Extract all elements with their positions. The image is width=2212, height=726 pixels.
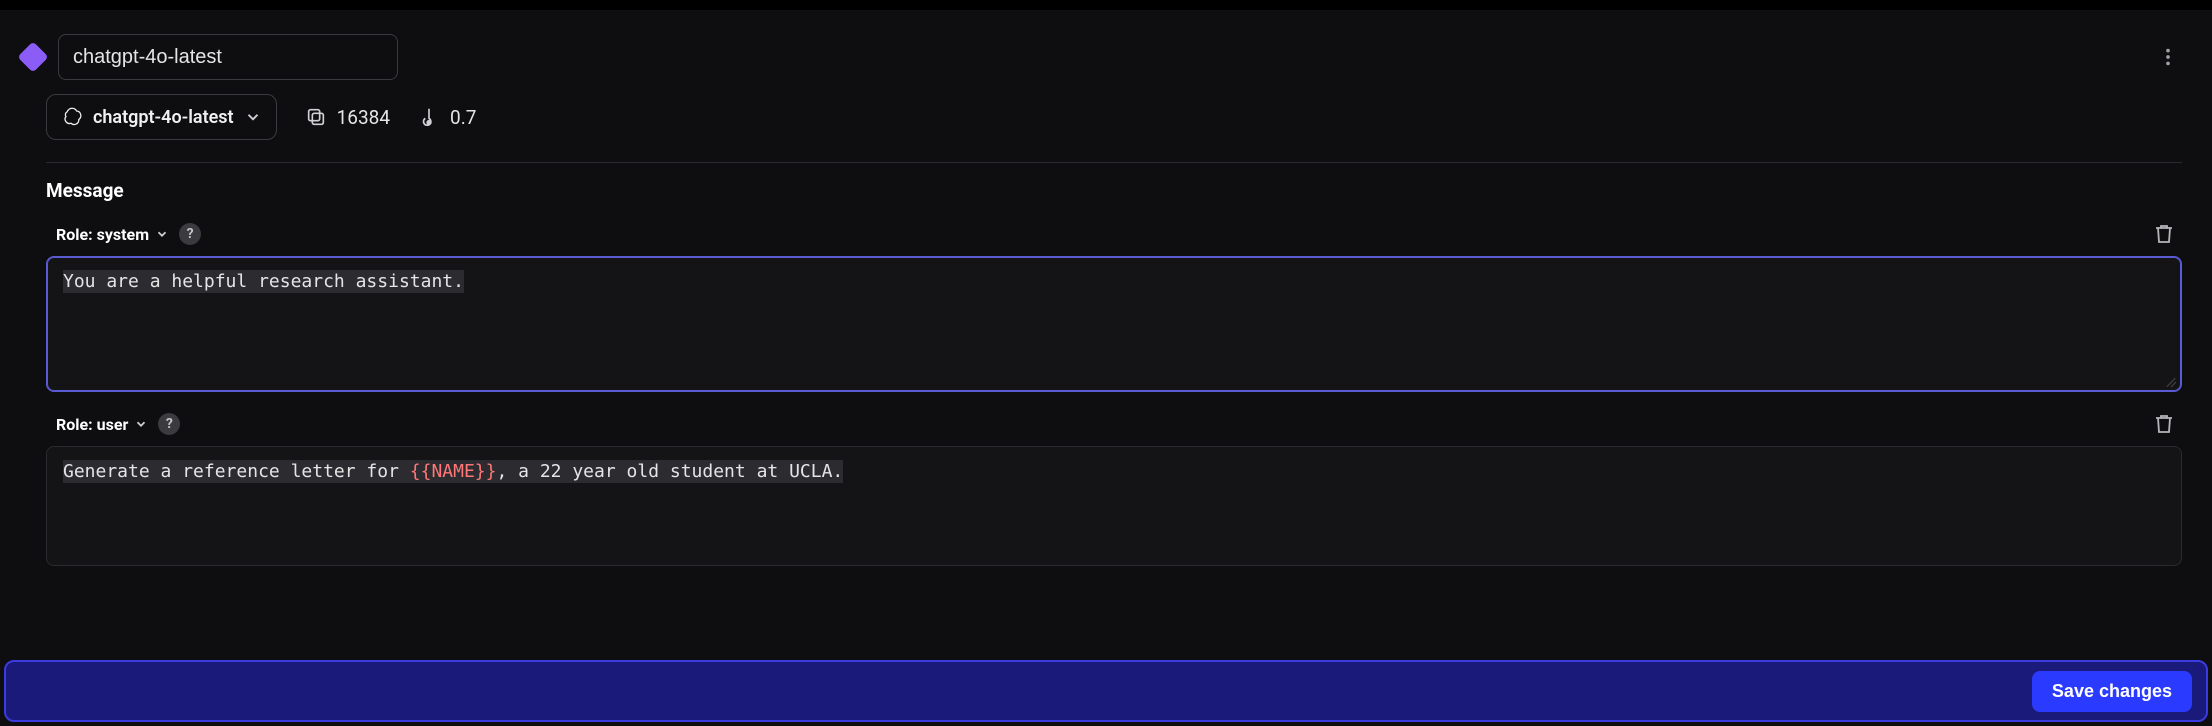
role-selector-label: Role: system [56, 225, 149, 244]
role-selector-label: Role: user [56, 415, 128, 434]
message-role-row-user: Role: user ? [30, 392, 2182, 436]
trash-icon [2152, 412, 2176, 436]
more-menu-button[interactable] [2154, 43, 2182, 71]
prompt-title-input[interactable] [58, 34, 398, 80]
max-tokens-value: 16384 [337, 106, 390, 129]
openai-icon [61, 106, 83, 128]
message-variable-token: {{NAME}} [410, 460, 497, 483]
max-tokens-display[interactable]: 16384 [305, 106, 390, 129]
message-text: You are a helpful research assistant. [63, 270, 464, 293]
temperature-display[interactable]: 0.7 [418, 106, 476, 129]
save-changes-button[interactable]: Save changes [2032, 671, 2192, 712]
message-text-prefix: Generate a reference letter for [63, 460, 410, 483]
controls-row: chatgpt-4o-latest 16384 0.7 [30, 80, 2182, 140]
window-top-strip [0, 0, 2212, 10]
header [30, 0, 2182, 80]
role-help-icon[interactable]: ? [158, 413, 180, 435]
message-role-row-system: Role: system ? [30, 202, 2182, 246]
chevron-down-icon [244, 108, 262, 126]
chevron-down-icon [155, 227, 169, 241]
message-content[interactable]: You are a helpful research assistant. [63, 269, 2165, 379]
role-help-icon[interactable]: ? [179, 223, 201, 245]
message-editor-user[interactable]: Generate a reference letter for {{NAME}}… [46, 446, 2182, 566]
chevron-down-icon [134, 417, 148, 431]
token-icon [305, 106, 327, 128]
temperature-value: 0.7 [450, 106, 476, 129]
section-label-message: Message [30, 163, 2182, 202]
role-selector-user[interactable]: Role: user [56, 415, 148, 434]
app-logo-icon [17, 41, 48, 72]
resize-handle-icon[interactable] [2163, 373, 2177, 387]
kebab-icon [2157, 46, 2179, 68]
role-selector-system[interactable]: Role: system [56, 225, 169, 244]
model-selector-label: chatgpt-4o-latest [93, 107, 234, 128]
delete-message-button[interactable] [2152, 222, 2176, 246]
message-content[interactable]: Generate a reference letter for {{NAME}}… [63, 459, 2165, 549]
model-selector[interactable]: chatgpt-4o-latest [46, 94, 277, 140]
trash-icon [2152, 222, 2176, 246]
save-bar: Save changes [4, 660, 2208, 722]
delete-message-button[interactable] [2152, 412, 2176, 436]
message-editor-system[interactable]: You are a helpful research assistant. [46, 256, 2182, 392]
message-text-suffix: , a 22 year old student at UCLA. [496, 460, 843, 483]
thermometer-icon [418, 106, 440, 128]
